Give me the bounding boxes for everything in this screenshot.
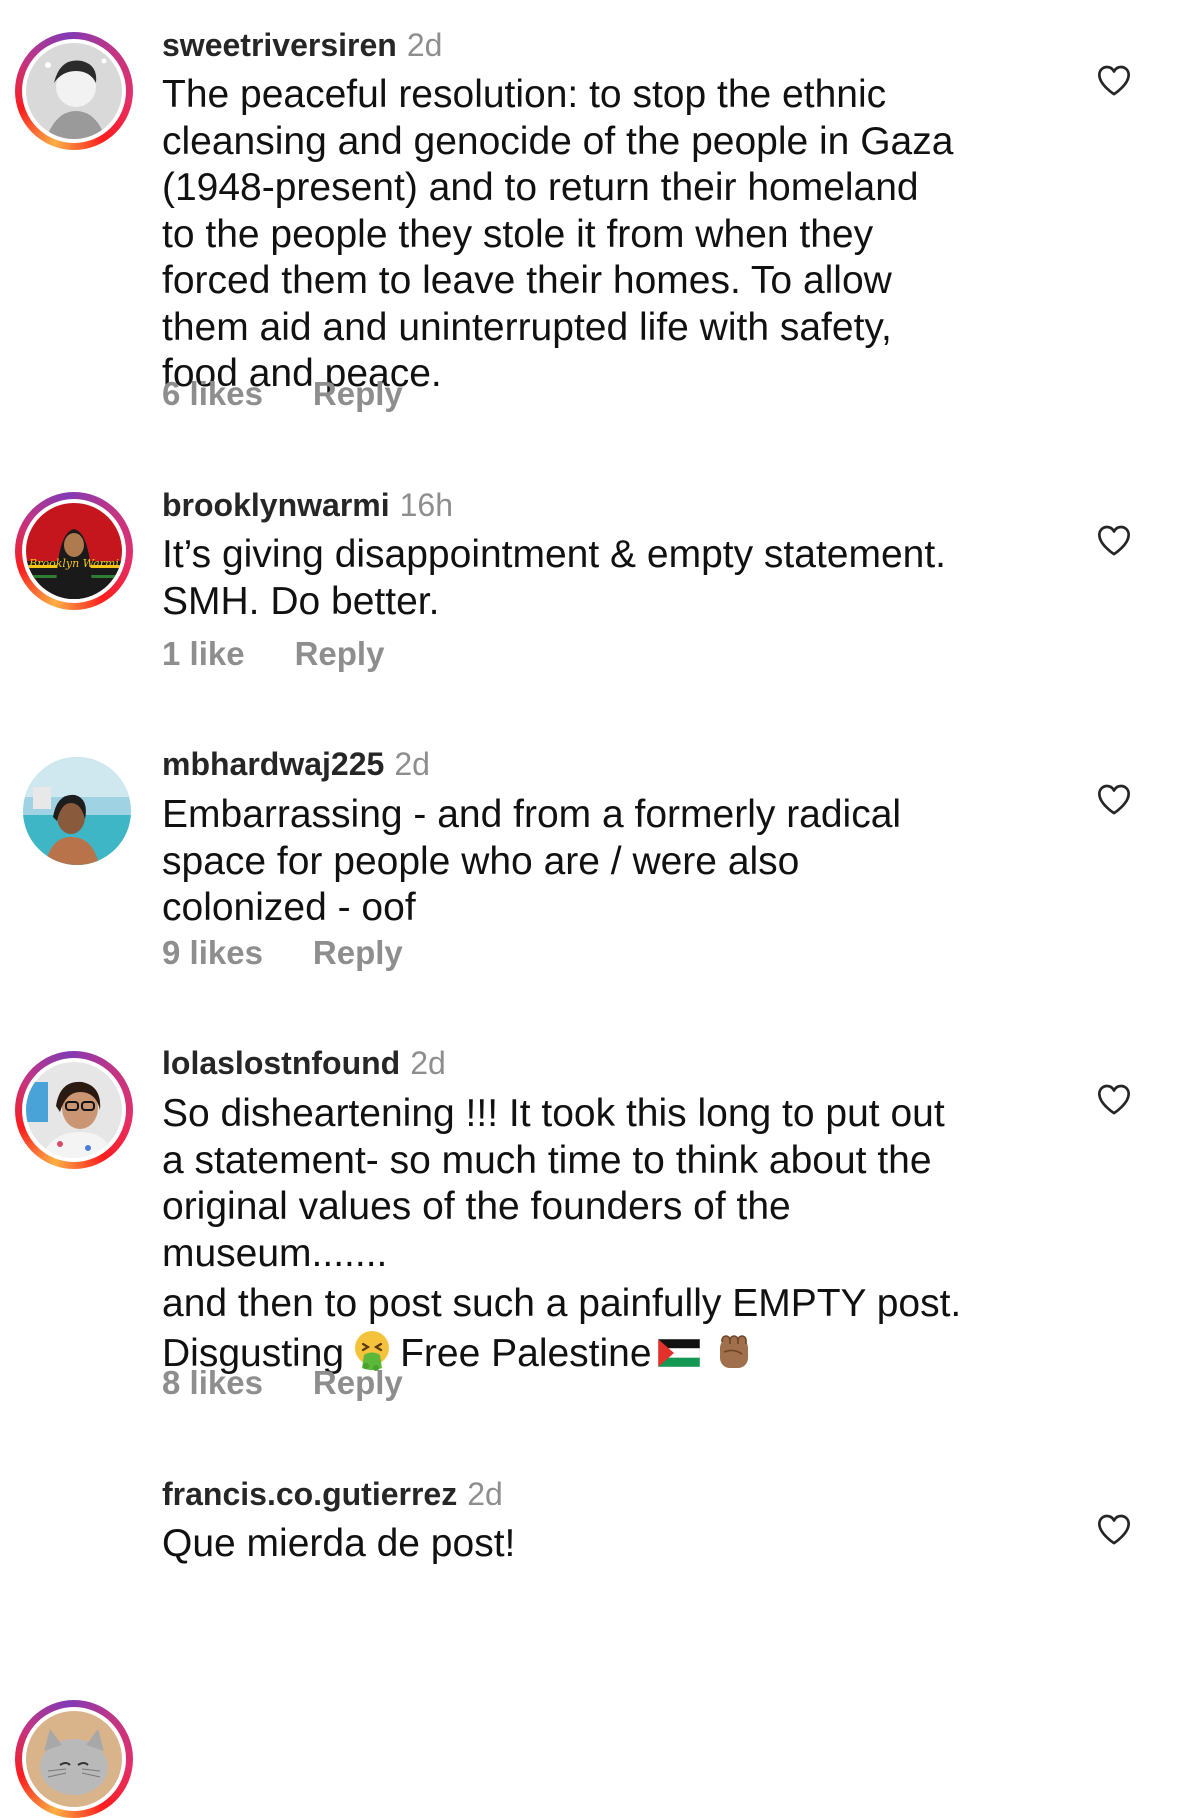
comment-actions: 6 likes Reply (162, 374, 403, 414)
username-link[interactable]: mbhardwaj225 (162, 746, 384, 782)
username-link[interactable]: brooklynwarmi (162, 487, 390, 523)
avatar-label: Brooklyn Warmi (28, 557, 119, 570)
heart-outline-icon[interactable] (1094, 1079, 1134, 1119)
reply-button[interactable]: Reply (295, 635, 385, 672)
likes-count[interactable]: 9 likes (162, 934, 263, 971)
avatar[interactable] (15, 32, 133, 150)
username-link[interactable]: lolaslostnfound (162, 1045, 400, 1081)
timestamp: 2d (394, 746, 430, 782)
timestamp: 2d (410, 1045, 446, 1081)
palestine-flag-emoji (657, 1332, 700, 1379)
avatar[interactable] (23, 757, 131, 865)
heart-outline-icon[interactable] (1094, 779, 1134, 819)
username-link[interactable]: francis.co.gutierrez (162, 1476, 457, 1512)
comment-header: lolaslostnfound 2d (162, 1043, 446, 1083)
heart-outline-icon[interactable] (1094, 1509, 1134, 1549)
comment-header: brooklynwarmi 16h (162, 485, 453, 525)
username-link[interactable]: sweetriversiren (162, 27, 397, 63)
avatar[interactable]: Brooklyn Warmi (15, 492, 133, 610)
reply-button[interactable]: Reply (313, 375, 403, 412)
comment-actions: 1 like Reply (162, 634, 384, 674)
comment-text: So disheartening !!! It took this long t… (162, 1091, 1062, 1383)
timestamp: 16h (399, 487, 453, 523)
comment-text: It’s giving disappointment & empty state… (162, 532, 1062, 625)
timestamp: 2d (467, 1476, 503, 1512)
raised-fist-emoji (712, 1328, 756, 1384)
reply-button[interactable]: Reply (313, 934, 403, 971)
comment-body: Que mierda de post! (162, 1522, 516, 1565)
likes-count[interactable]: 6 likes (162, 375, 263, 412)
comment-word: Free Palestine (400, 1331, 652, 1375)
comment-body: Embarrassing - and from a formerly radic… (162, 793, 902, 929)
comment-header: mbhardwaj225 2d (162, 744, 430, 784)
comment-body: The peaceful resolution: to stop the eth… (162, 73, 954, 395)
avatar[interactable] (15, 1700, 133, 1818)
reply-button[interactable]: Reply (313, 1364, 403, 1401)
comment-actions: 9 likes Reply (162, 933, 403, 973)
likes-count[interactable]: 1 like (162, 635, 245, 672)
comment-body: So disheartening !!! It took this long t… (162, 1092, 945, 1275)
likes-count[interactable]: 8 likes (162, 1364, 263, 1401)
comment-line: and then to post such a painfully EMPTY … (162, 1282, 962, 1325)
heart-outline-icon[interactable] (1094, 520, 1134, 560)
comment-body: It’s giving disappointment & empty state… (162, 533, 947, 623)
avatar[interactable] (15, 1051, 133, 1169)
comment-text: Embarrassing - and from a formerly radic… (162, 792, 1062, 932)
timestamp: 2d (406, 27, 443, 63)
heart-outline-icon[interactable] (1094, 60, 1134, 100)
comment-header: francis.co.gutierrez 2d (162, 1474, 503, 1514)
comment-actions: 8 likes Reply (162, 1363, 403, 1403)
comment-text: Que mierda de post! (162, 1521, 1062, 1568)
comment-header: sweetriversiren 2d (162, 25, 442, 65)
comment-text: The peaceful resolution: to stop the eth… (162, 72, 1062, 398)
